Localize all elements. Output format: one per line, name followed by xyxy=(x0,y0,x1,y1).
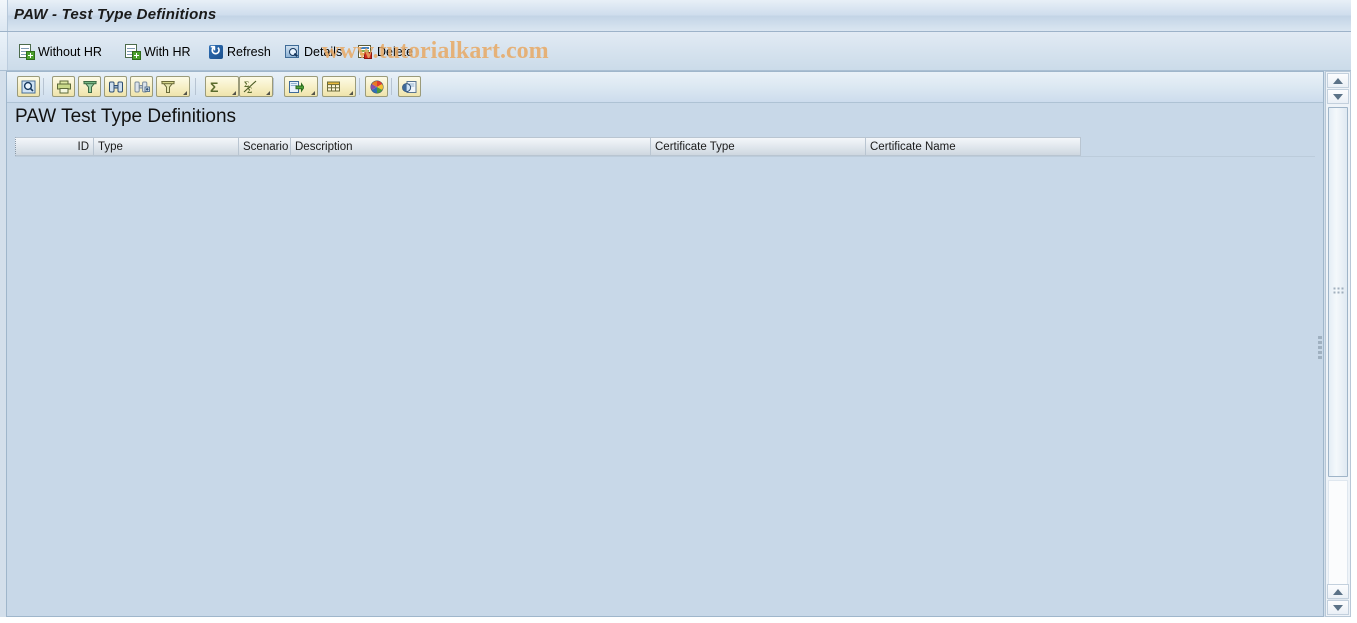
find-button[interactable] xyxy=(104,76,127,97)
toolbar-separator xyxy=(359,78,360,95)
without-hr-label: Without HR xyxy=(38,45,102,59)
with-hr-button[interactable]: With HR xyxy=(120,40,196,64)
export-button[interactable] xyxy=(284,76,318,97)
toolbar-separator xyxy=(391,78,392,95)
column-header-certificate-type[interactable]: Certificate Type xyxy=(651,137,866,156)
scrollbar-grip-icon xyxy=(1333,287,1344,297)
sap-gui-window: PAW - Test Type Definitions Without HR W… xyxy=(0,0,1357,623)
grid-rows-area xyxy=(15,156,1315,608)
info-document-icon xyxy=(399,77,420,96)
scrollbar-track[interactable] xyxy=(1328,480,1348,600)
grid-column-headers: ID Type Scenario Description Certificate… xyxy=(15,137,1081,156)
window-title-bar: PAW - Test Type Definitions xyxy=(0,0,1357,32)
details-button[interactable]: Details xyxy=(280,40,347,64)
window-bottom-edge xyxy=(0,617,1357,623)
refresh-label: Refresh xyxy=(227,45,271,59)
new-document-plus-icon xyxy=(125,44,141,60)
details-label: Details xyxy=(304,45,343,59)
scroll-down-button-top[interactable] xyxy=(1327,89,1349,104)
print-button[interactable] xyxy=(52,76,75,97)
filter-funnel-button[interactable] xyxy=(78,76,101,97)
scroll-down-arrow-icon xyxy=(1333,604,1343,611)
app-toolbar-left-edge xyxy=(0,32,8,70)
without-hr-button[interactable]: Without HR xyxy=(14,40,107,64)
grid-title: PAW Test Type Definitions xyxy=(15,106,237,127)
page-title: PAW - Test Type Definitions xyxy=(14,6,217,23)
new-document-plus-icon xyxy=(19,44,35,60)
column-header-description[interactable]: Description xyxy=(291,137,651,156)
delete-row-icon xyxy=(358,44,374,60)
toolbar-separator xyxy=(43,78,44,95)
window-right-edge xyxy=(1351,0,1357,623)
alv-grid-panel: Σ Σ Σ PAW Test Type Definitions ID Type … xyxy=(6,71,1324,617)
chevron-down-icon[interactable] xyxy=(228,91,236,95)
with-hr-label: With HR xyxy=(144,45,191,59)
magnifier-detail-icon xyxy=(18,77,39,96)
refresh-button[interactable]: Refresh xyxy=(203,40,276,64)
chevron-down-icon[interactable] xyxy=(179,91,187,95)
funnel-icon xyxy=(79,77,100,96)
panel-splitter-handle[interactable] xyxy=(1317,336,1323,362)
scroll-down-arrow-icon xyxy=(1333,93,1343,100)
details-magnifier-icon xyxy=(285,44,301,60)
column-header-scenario[interactable]: Scenario xyxy=(239,137,291,156)
color-wheel-icon xyxy=(366,77,387,96)
chevron-down-icon[interactable] xyxy=(307,91,315,95)
layout-button[interactable] xyxy=(322,76,356,97)
chevron-down-icon[interactable] xyxy=(262,91,270,95)
binoculars-next-icon xyxy=(131,77,152,96)
binoculars-icon xyxy=(105,77,126,96)
scrollbar-thumb[interactable] xyxy=(1328,107,1348,477)
delete-button[interactable]: Delete xyxy=(353,40,418,64)
delete-label: Delete xyxy=(377,45,414,59)
toolbar-separator xyxy=(195,78,196,95)
application-toolbar: Without HR With HR Refresh Details Delet… xyxy=(0,32,1357,71)
scroll-up-button-bottom[interactable] xyxy=(1327,584,1349,599)
chevron-down-icon[interactable] xyxy=(345,91,353,95)
printer-icon xyxy=(53,77,74,96)
column-header-id[interactable]: ID xyxy=(15,137,94,156)
column-header-type[interactable]: Type xyxy=(94,137,239,156)
set-filter-button[interactable] xyxy=(156,76,190,97)
column-header-certificate-name[interactable]: Certificate Name xyxy=(866,137,1081,156)
subtotal-button[interactable]: Σ Σ xyxy=(239,76,273,97)
vertical-scrollbar[interactable] xyxy=(1325,71,1351,617)
title-bar-left-edge xyxy=(0,0,8,31)
scroll-up-button[interactable] xyxy=(1327,73,1349,88)
refresh-icon xyxy=(208,43,224,60)
scroll-up-arrow-icon xyxy=(1333,77,1343,84)
find-details-button[interactable] xyxy=(17,76,40,97)
scroll-up-arrow-icon xyxy=(1333,588,1343,595)
graphic-button[interactable] xyxy=(365,76,388,97)
total-button[interactable]: Σ xyxy=(205,76,239,97)
info-button[interactable] xyxy=(398,76,421,97)
scroll-down-button[interactable] xyxy=(1327,600,1349,615)
grid-toolbar: Σ Σ Σ xyxy=(7,72,1323,103)
toolbar-separator xyxy=(273,78,274,95)
find-next-button[interactable] xyxy=(130,76,153,97)
